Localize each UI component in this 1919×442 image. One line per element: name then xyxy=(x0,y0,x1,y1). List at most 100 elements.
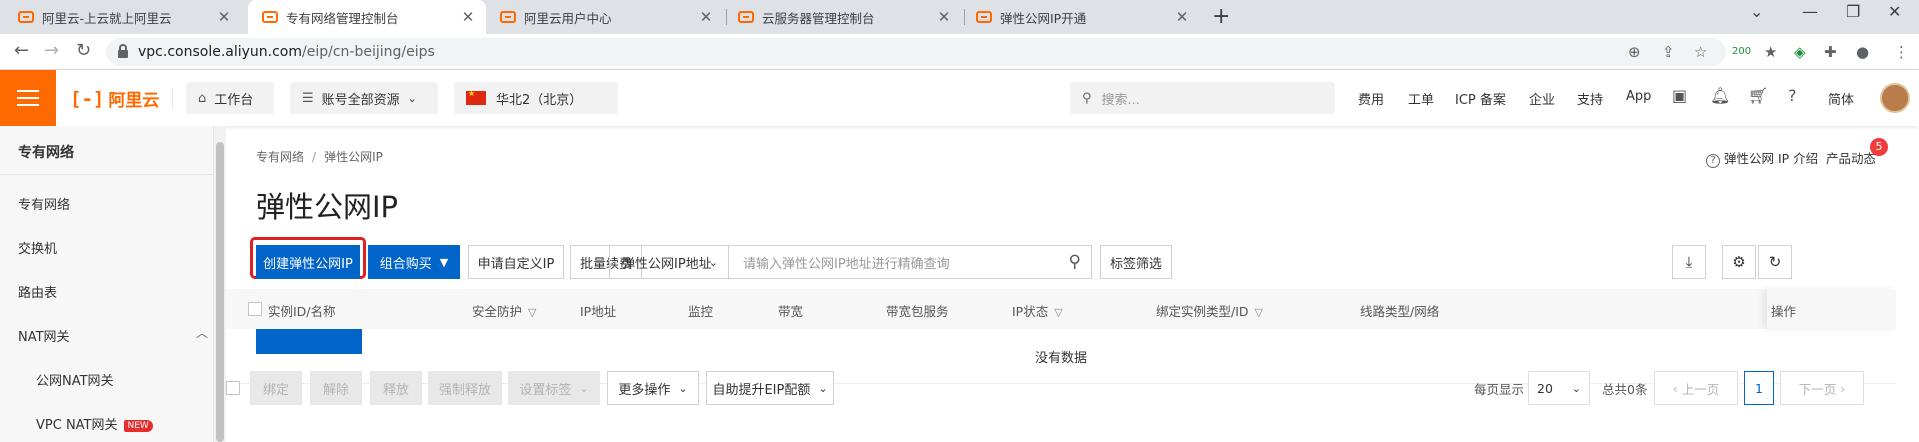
workbench-button[interactable]: ⌂ 工作台 xyxy=(186,82,274,114)
url-field[interactable]: vpc.console.aliyun.com/eip/cn-beijing/ei… xyxy=(106,38,1726,66)
release-button[interactable]: 释放 xyxy=(370,371,422,405)
gear-icon[interactable]: ⚙ xyxy=(1722,245,1756,279)
browser-tab[interactable]: 阿里云-上云就上阿里云 ✕ xyxy=(4,0,242,34)
intro-link[interactable]: ? 弹性公网 IP 介绍 xyxy=(1706,148,1818,168)
more-ops-dropdown[interactable]: 更多操作 ⌄ xyxy=(607,371,699,405)
menu-icon[interactable] xyxy=(0,70,56,126)
page-number-button[interactable]: 1 xyxy=(1744,371,1774,405)
search-icon[interactable]: ⚲ xyxy=(1069,252,1081,272)
tab-title: 专有网络管理控制台 xyxy=(286,10,399,26)
prev-label: 上一页 xyxy=(1681,381,1720,397)
nav-link-billing[interactable]: 费用 xyxy=(1358,89,1384,108)
filter-field-select[interactable]: 弹性公网IP地址 ⌄ xyxy=(609,245,729,279)
profile-icon[interactable]: ● xyxy=(1856,43,1869,61)
refresh-icon[interactable]: ↻ xyxy=(1758,245,1792,279)
col-instance-id: 实例ID/名称 xyxy=(268,304,336,319)
browser-tab[interactable]: 云服务器管理控制台 ✕ xyxy=(724,0,962,34)
chevron-up-icon[interactable]: ︿ xyxy=(196,324,208,341)
per-page-select[interactable]: 20 ⌄ xyxy=(1528,371,1590,405)
resources-dropdown[interactable]: ☰ 账号全部资源 ⌄ xyxy=(290,82,438,114)
divider xyxy=(0,174,214,175)
minimize-icon[interactable]: — xyxy=(1802,2,1818,21)
download-icon[interactable]: ⤓ xyxy=(1672,245,1706,279)
sidebar-item-nat-gateway[interactable]: NAT网关 xyxy=(18,326,70,345)
terminal-icon[interactable]: ▣ xyxy=(1672,86,1687,105)
close-icon[interactable]: ✕ xyxy=(1174,8,1190,26)
page-title: 弹性公网IP xyxy=(256,190,399,224)
bookmark-star-icon[interactable]: ☆ xyxy=(1694,43,1707,61)
search-icon: ⚲ xyxy=(1082,90,1092,106)
window-close-icon[interactable]: ✕ xyxy=(1888,2,1901,21)
select-all-checkbox[interactable] xyxy=(248,302,262,316)
filter-icon[interactable]: ▽ xyxy=(528,306,536,319)
filter-icon[interactable]: ▽ xyxy=(1054,306,1062,319)
sidebar-item-vswitch[interactable]: 交换机 xyxy=(18,238,57,257)
tab-search-icon[interactable]: ⌄ xyxy=(1750,2,1763,21)
prev-page-button[interactable]: ‹ 上一页 xyxy=(1654,371,1738,405)
close-icon[interactable]: ✕ xyxy=(460,8,476,26)
menu-dots-icon[interactable]: ⋮ xyxy=(1894,43,1909,61)
bell-icon[interactable]: 🔔︎ xyxy=(1710,86,1730,105)
nav-link-icp[interactable]: ICP 备案 xyxy=(1455,89,1506,108)
close-icon[interactable]: ✕ xyxy=(698,8,714,26)
create-eip-button[interactable]: 创建弹性公网IP xyxy=(256,245,360,279)
select-all-checkbox-bottom[interactable] xyxy=(226,381,240,395)
next-page-button[interactable]: 下一页 › xyxy=(1780,371,1864,405)
tag-filter-button[interactable]: 标签筛选 xyxy=(1100,245,1172,279)
news-count-badge: 5 xyxy=(1870,138,1888,156)
share-icon[interactable]: ⇪ xyxy=(1662,43,1675,61)
extension-badge[interactable]: 200 xyxy=(1732,46,1751,57)
product-news-link[interactable]: 产品动态 xyxy=(1826,148,1876,167)
aliyun-logo[interactable]: [-] 阿里云 xyxy=(70,86,159,112)
sidebar-scrollbar-thumb[interactable] xyxy=(216,142,224,442)
close-icon[interactable]: ✕ xyxy=(216,8,232,26)
language-switch[interactable]: 简体 xyxy=(1828,89,1854,108)
set-tags-button[interactable]: 设置标签 ⌄ xyxy=(508,371,600,405)
eip-query-input[interactable]: 请输入弹性公网IP地址进行精确查询 ⚲ xyxy=(729,245,1092,279)
back-icon[interactable]: ← xyxy=(14,40,29,61)
workbench-label: 工作台 xyxy=(214,92,254,108)
unbind-button[interactable]: 解除 xyxy=(310,371,362,405)
console-search-input[interactable]: ⚲ 搜索... xyxy=(1070,82,1335,114)
nav-link-tickets[interactable]: 工单 xyxy=(1408,89,1434,108)
per-page-label: 每页显示 xyxy=(1474,382,1525,397)
apply-custom-ip-button[interactable]: 申请自定义IP xyxy=(468,245,564,279)
tab-title: 弹性公网IP开通 xyxy=(1000,10,1087,26)
browser-tab[interactable]: 阿里云用户中心 ✕ xyxy=(486,0,724,34)
eip-quota-dropdown[interactable]: 自助提升EIP配额 ⌄ xyxy=(706,371,834,405)
puzzle-icon[interactable]: ✚ xyxy=(1824,43,1837,61)
filter-icon[interactable]: ▽ xyxy=(1255,306,1263,319)
nav-link-support[interactable]: 支持 xyxy=(1577,89,1603,108)
sidebar-item-public-nat[interactable]: 公网NAT网关 xyxy=(36,370,114,389)
region-dropdown[interactable]: 华北2（北京） xyxy=(454,82,618,114)
combo-buy-button[interactable]: 组合购买 ▼ xyxy=(368,245,460,279)
sidebar-item-route-table[interactable]: 路由表 xyxy=(18,282,57,301)
zoom-icon[interactable]: ⊕ xyxy=(1628,43,1641,61)
chevron-left-icon: ‹ xyxy=(1672,380,1682,396)
browser-tab[interactable]: 弹性公网IP开通 ✕ xyxy=(962,0,1200,34)
forward-icon[interactable]: → xyxy=(44,40,59,61)
new-tab-icon[interactable]: + xyxy=(1212,4,1230,29)
bind-button[interactable]: 绑定 xyxy=(250,371,302,405)
reload-icon[interactable]: ↻ xyxy=(76,40,91,61)
restore-icon[interactable]: ❐ xyxy=(1846,2,1860,21)
browser-tab-strip: 阿里云-上云就上阿里云 ✕ 专有网络管理控制台 ✕ 阿里云用户中心 ✕ 云服务器… xyxy=(0,0,1919,34)
browser-tab-active[interactable]: 专有网络管理控制台 ✕ xyxy=(248,0,486,34)
help-icon[interactable]: ? xyxy=(1788,86,1797,105)
cart-icon[interactable]: 🛒︎ xyxy=(1748,86,1768,105)
main-content: 专有网络 / 弹性公网IP ? 弹性公网 IP 介绍 产品动态 5 弹性公网IP 创建… xyxy=(226,126,1919,442)
nav-link-app[interactable]: App xyxy=(1626,89,1651,104)
close-icon[interactable]: ✕ xyxy=(936,8,952,26)
lock-icon xyxy=(118,44,128,58)
sidebar-item-vpc-nat[interactable]: VPC NAT网关 NEW xyxy=(36,414,153,433)
avatar[interactable] xyxy=(1880,83,1910,113)
nav-link-enterprise[interactable]: 企业 xyxy=(1529,89,1555,108)
home-icon: ⌂ xyxy=(198,90,207,106)
col-ip-status: IP状态 ▽ xyxy=(1012,304,1063,319)
extension-star-icon[interactable]: ★ xyxy=(1764,43,1777,61)
breadcrumb-item[interactable]: 专有网络 xyxy=(256,150,304,164)
extension-icon[interactable]: ◈ xyxy=(1794,43,1806,61)
force-release-button[interactable]: 强制释放 xyxy=(428,371,502,405)
sidebar-item-vpc[interactable]: 专有网络 xyxy=(18,194,70,213)
chevron-down-icon: ⌄ xyxy=(708,255,718,269)
